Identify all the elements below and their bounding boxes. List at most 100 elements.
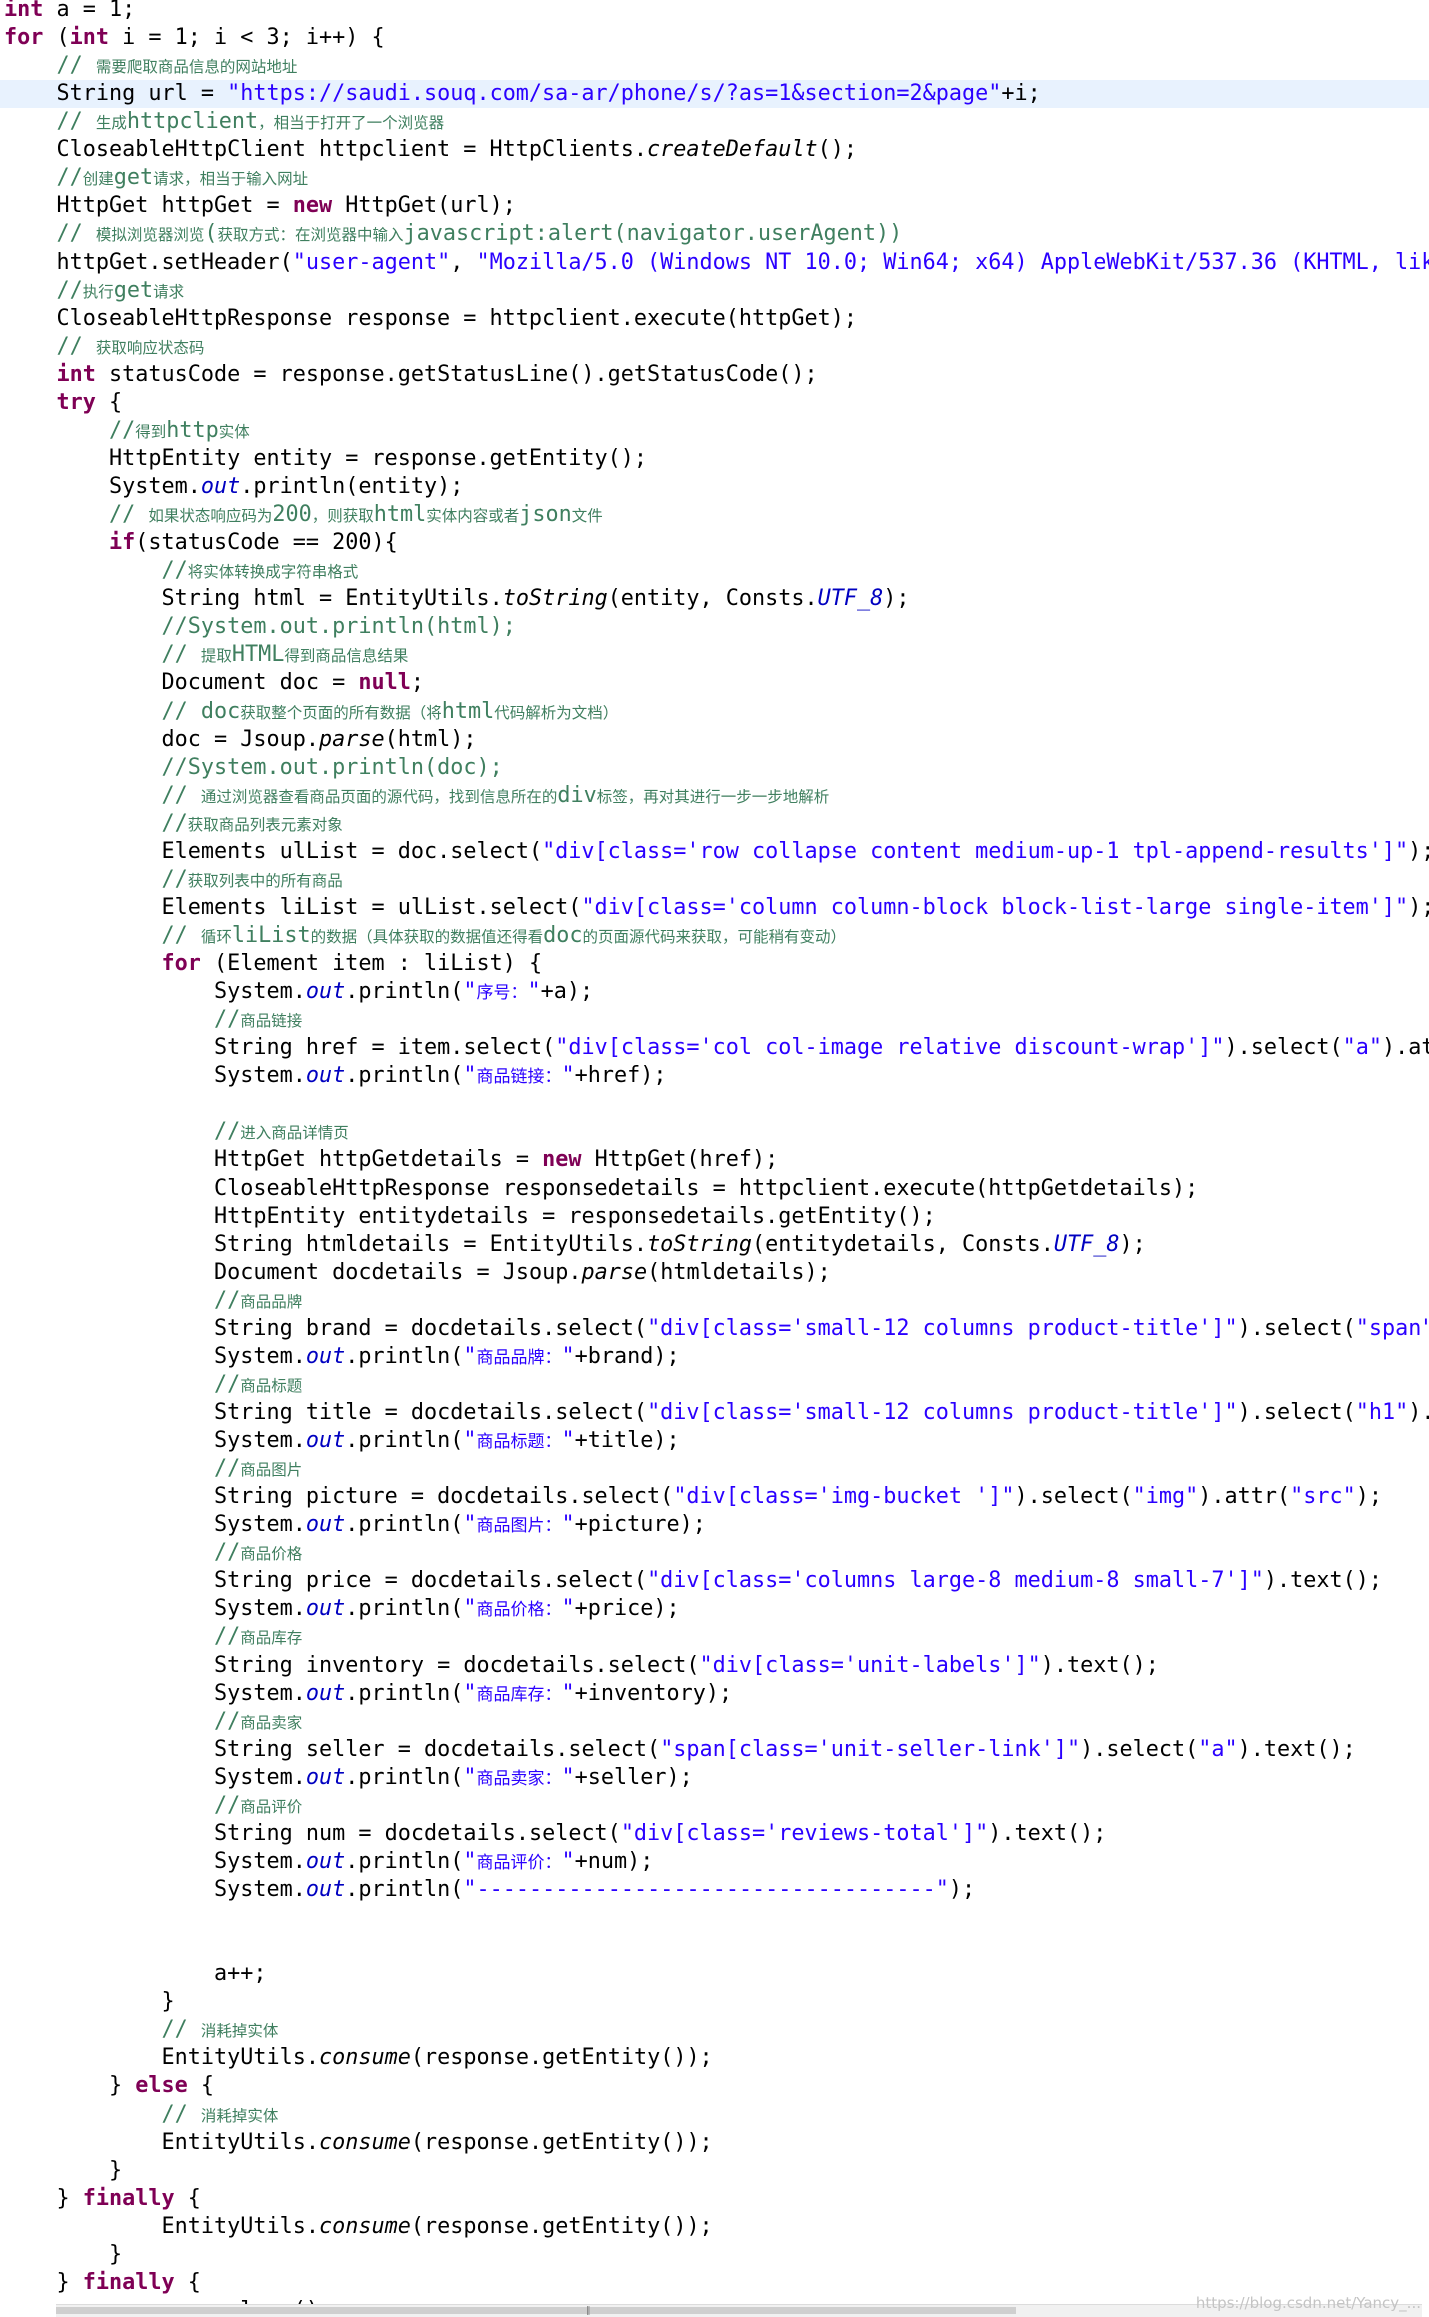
code-line[interactable]: System.out.println("--------------------… — [0, 1876, 1429, 1904]
code-line[interactable]: String seller = docdetails.select("span[… — [0, 1736, 1429, 1764]
code-line[interactable]: } finally { — [0, 2269, 1429, 2297]
code-token: ).select( — [1014, 1484, 1133, 1510]
code-line[interactable]: //System.out.println(doc); — [0, 754, 1429, 782]
code-line[interactable]: String title = docdetails.select("div[cl… — [0, 1399, 1429, 1427]
code-line[interactable]: String url = "https://saudi.souq.com/sa-… — [0, 80, 1429, 109]
code-line[interactable]: //商品卖家 — [0, 1708, 1429, 1736]
code-line[interactable]: String html = EntityUtils.toString(entit… — [0, 585, 1429, 613]
code-line[interactable]: doc = Jsoup.parse(html); — [0, 726, 1429, 754]
code-line[interactable]: // 循环liList的数据（具体获取的数据值还得看doc的页面源代码来获取，可… — [0, 922, 1429, 950]
code-line[interactable]: //得到http实体 — [0, 417, 1429, 445]
code-line[interactable]: try { — [0, 389, 1429, 417]
code-token: .println( — [345, 1343, 464, 1369]
code-line[interactable]: //创建get请求，相当于输入网址 — [0, 164, 1429, 192]
code-line[interactable]: String picture = docdetails.select("div[… — [0, 1483, 1429, 1511]
code-line[interactable]: //获取商品列表元素对象 — [0, 810, 1429, 838]
scrollbar-thumb[interactable] — [56, 2307, 1016, 2314]
code-token: System. — [214, 1428, 306, 1454]
code-line[interactable]: // 获取响应状态码 — [0, 333, 1429, 361]
code-line[interactable]: } — [0, 2157, 1429, 2185]
code-line[interactable]: // 需要爬取商品信息的网站地址 — [0, 52, 1429, 80]
code-line[interactable]: System.out.println("商品链接："+href); — [0, 1062, 1429, 1090]
code-line[interactable]: String price = docdetails.select("div[cl… — [0, 1567, 1429, 1595]
code-line[interactable]: System.out.println("序号："+a); — [0, 978, 1429, 1006]
code-line[interactable]: Document docdetails = Jsoup.parse(htmlde… — [0, 1259, 1429, 1287]
code-line[interactable]: CloseableHttpResponse response = httpcli… — [0, 305, 1429, 333]
code-line[interactable]: // 如果状态响应码为200，则获取html实体内容或者json文件 — [0, 501, 1429, 529]
code-line[interactable]: //商品库存 — [0, 1623, 1429, 1651]
code-token: // 获取响应状态码 — [56, 333, 205, 359]
code-line[interactable]: System.out.println("商品标题："+title); — [0, 1427, 1429, 1455]
code-line[interactable]: for (Element item : liList) { — [0, 950, 1429, 978]
code-token: out — [305, 1848, 346, 1874]
code-line[interactable]: System.out.println("商品图片："+picture); — [0, 1511, 1429, 1539]
code-line[interactable]: System.out.println("商品库存："+inventory); — [0, 1680, 1429, 1708]
code-line[interactable]: System.out.println("商品评价："+num); — [0, 1848, 1429, 1876]
code-line[interactable]: // 生成httpclient，相当于打开了一个浏览器 — [0, 108, 1429, 136]
code-line[interactable]: int a = 1; — [0, 0, 1429, 24]
code-line[interactable]: EntityUtils.consume(response.getEntity()… — [0, 2044, 1429, 2072]
code-token: //商品卖家 — [214, 1708, 303, 1734]
code-line[interactable]: //进入商品详情页 — [0, 1118, 1429, 1146]
code-line[interactable] — [0, 1932, 1429, 1960]
code-token: (html); — [384, 726, 477, 752]
code-token: System. — [214, 1764, 306, 1790]
code-line[interactable]: HttpEntity entity = response.getEntity()… — [0, 445, 1429, 473]
code-line[interactable]: HttpEntity entitydetails = responsedetai… — [0, 1203, 1429, 1231]
code-line[interactable]: } — [0, 1988, 1429, 2016]
code-line[interactable]: System.out.println("商品品牌："+brand); — [0, 1343, 1429, 1371]
code-line[interactable]: //获取列表中的所有商品 — [0, 866, 1429, 894]
code-line[interactable]: String brand = docdetails.select("div[cl… — [0, 1315, 1429, 1343]
code-line[interactable]: // 模拟浏览器浏览(获取方式：在浏览器中输入javascript:alert(… — [0, 220, 1429, 248]
code-line[interactable]: //商品品牌 — [0, 1287, 1429, 1315]
code-token: out — [305, 1764, 346, 1790]
code-token: , — [450, 249, 477, 275]
code-line[interactable]: // 消耗掉实体 — [0, 2101, 1429, 2129]
code-line[interactable]: String inventory = docdetails.select("di… — [0, 1652, 1429, 1680]
code-line[interactable]: } — [0, 2241, 1429, 2269]
code-line[interactable]: for (int i = 1; i < 3; i++) { — [0, 24, 1429, 52]
code-line[interactable]: int statusCode = response.getStatusLine(… — [0, 361, 1429, 389]
code-line[interactable]: HttpGet httpGetdetails = new HttpGet(hre… — [0, 1146, 1429, 1174]
code-line[interactable]: //商品链接 — [0, 1006, 1429, 1034]
code-line[interactable]: } finally { — [0, 2185, 1429, 2213]
code-line[interactable]: //执行get请求 — [0, 277, 1429, 305]
code-line[interactable] — [0, 1090, 1429, 1118]
code-line[interactable]: System.out.println("商品卖家："+seller); — [0, 1764, 1429, 1792]
code-line[interactable]: //商品标题 — [0, 1371, 1429, 1399]
code-line[interactable]: } else { — [0, 2072, 1429, 2100]
code-line[interactable]: //商品图片 — [0, 1455, 1429, 1483]
code-line[interactable]: // doc获取整个页面的所有数据（将html代码解析为文档） — [0, 698, 1429, 726]
code-token: Document docdetails = Jsoup. — [214, 1259, 582, 1285]
code-line[interactable]: EntityUtils.consume(response.getEntity()… — [0, 2213, 1429, 2241]
code-line[interactable]: EntityUtils.consume(response.getEntity()… — [0, 2129, 1429, 2157]
code-line[interactable]: // 消耗掉实体 — [0, 2016, 1429, 2044]
code-line[interactable]: if(statusCode == 200){ — [0, 529, 1429, 557]
code-line[interactable]: String href = item.select("div[class='co… — [0, 1034, 1429, 1062]
code-editor[interactable]: int a = 1; for (int i = 1; i < 3; i++) {/… — [0, 0, 1429, 2316]
code-line[interactable]: Document doc = null; — [0, 669, 1429, 697]
code-line[interactable]: String htmldetails = EntityUtils.toStrin… — [0, 1231, 1429, 1259]
code-line[interactable]: CloseableHttpClient httpclient = HttpCli… — [0, 136, 1429, 164]
code-token: { — [95, 389, 123, 415]
code-line[interactable]: CloseableHttpResponse responsedetails = … — [0, 1175, 1429, 1203]
code-line[interactable]: System.out.println(entity); — [0, 473, 1429, 501]
code-token: "商品库存：" — [463, 1680, 575, 1706]
code-line[interactable]: a++; — [0, 1960, 1429, 1988]
code-line[interactable]: HttpGet httpGet = new HttpGet(url); — [0, 192, 1429, 220]
code-line[interactable]: //商品价格 — [0, 1539, 1429, 1567]
code-line[interactable]: System.out.println("商品价格："+price); — [0, 1595, 1429, 1623]
code-token: .println( — [345, 1512, 464, 1538]
code-line[interactable]: String num = docdetails.select("div[clas… — [0, 1820, 1429, 1848]
code-line[interactable] — [0, 1904, 1429, 1932]
code-line[interactable]: Elements liList = ulList.select("div[cla… — [0, 894, 1429, 922]
code-line[interactable]: Elements ulList = doc.select("div[class=… — [0, 838, 1429, 866]
code-line[interactable]: // 通过浏览器查看商品页面的源代码，找到信息所在的div标签，再对其进行一步一… — [0, 782, 1429, 810]
code-token: "商品评价：" — [463, 1848, 575, 1874]
code-line[interactable]: //商品评价 — [0, 1792, 1429, 1820]
code-line[interactable]: //将实体转换成字符串格式 — [0, 557, 1429, 585]
code-line[interactable]: // 提取HTML得到商品信息结果 — [0, 641, 1429, 669]
code-line[interactable]: //System.out.println(html); — [0, 613, 1429, 641]
code-token: ); — [1119, 1231, 1146, 1257]
code-line[interactable]: httpGet.setHeader("user-agent", "Mozilla… — [0, 249, 1429, 277]
